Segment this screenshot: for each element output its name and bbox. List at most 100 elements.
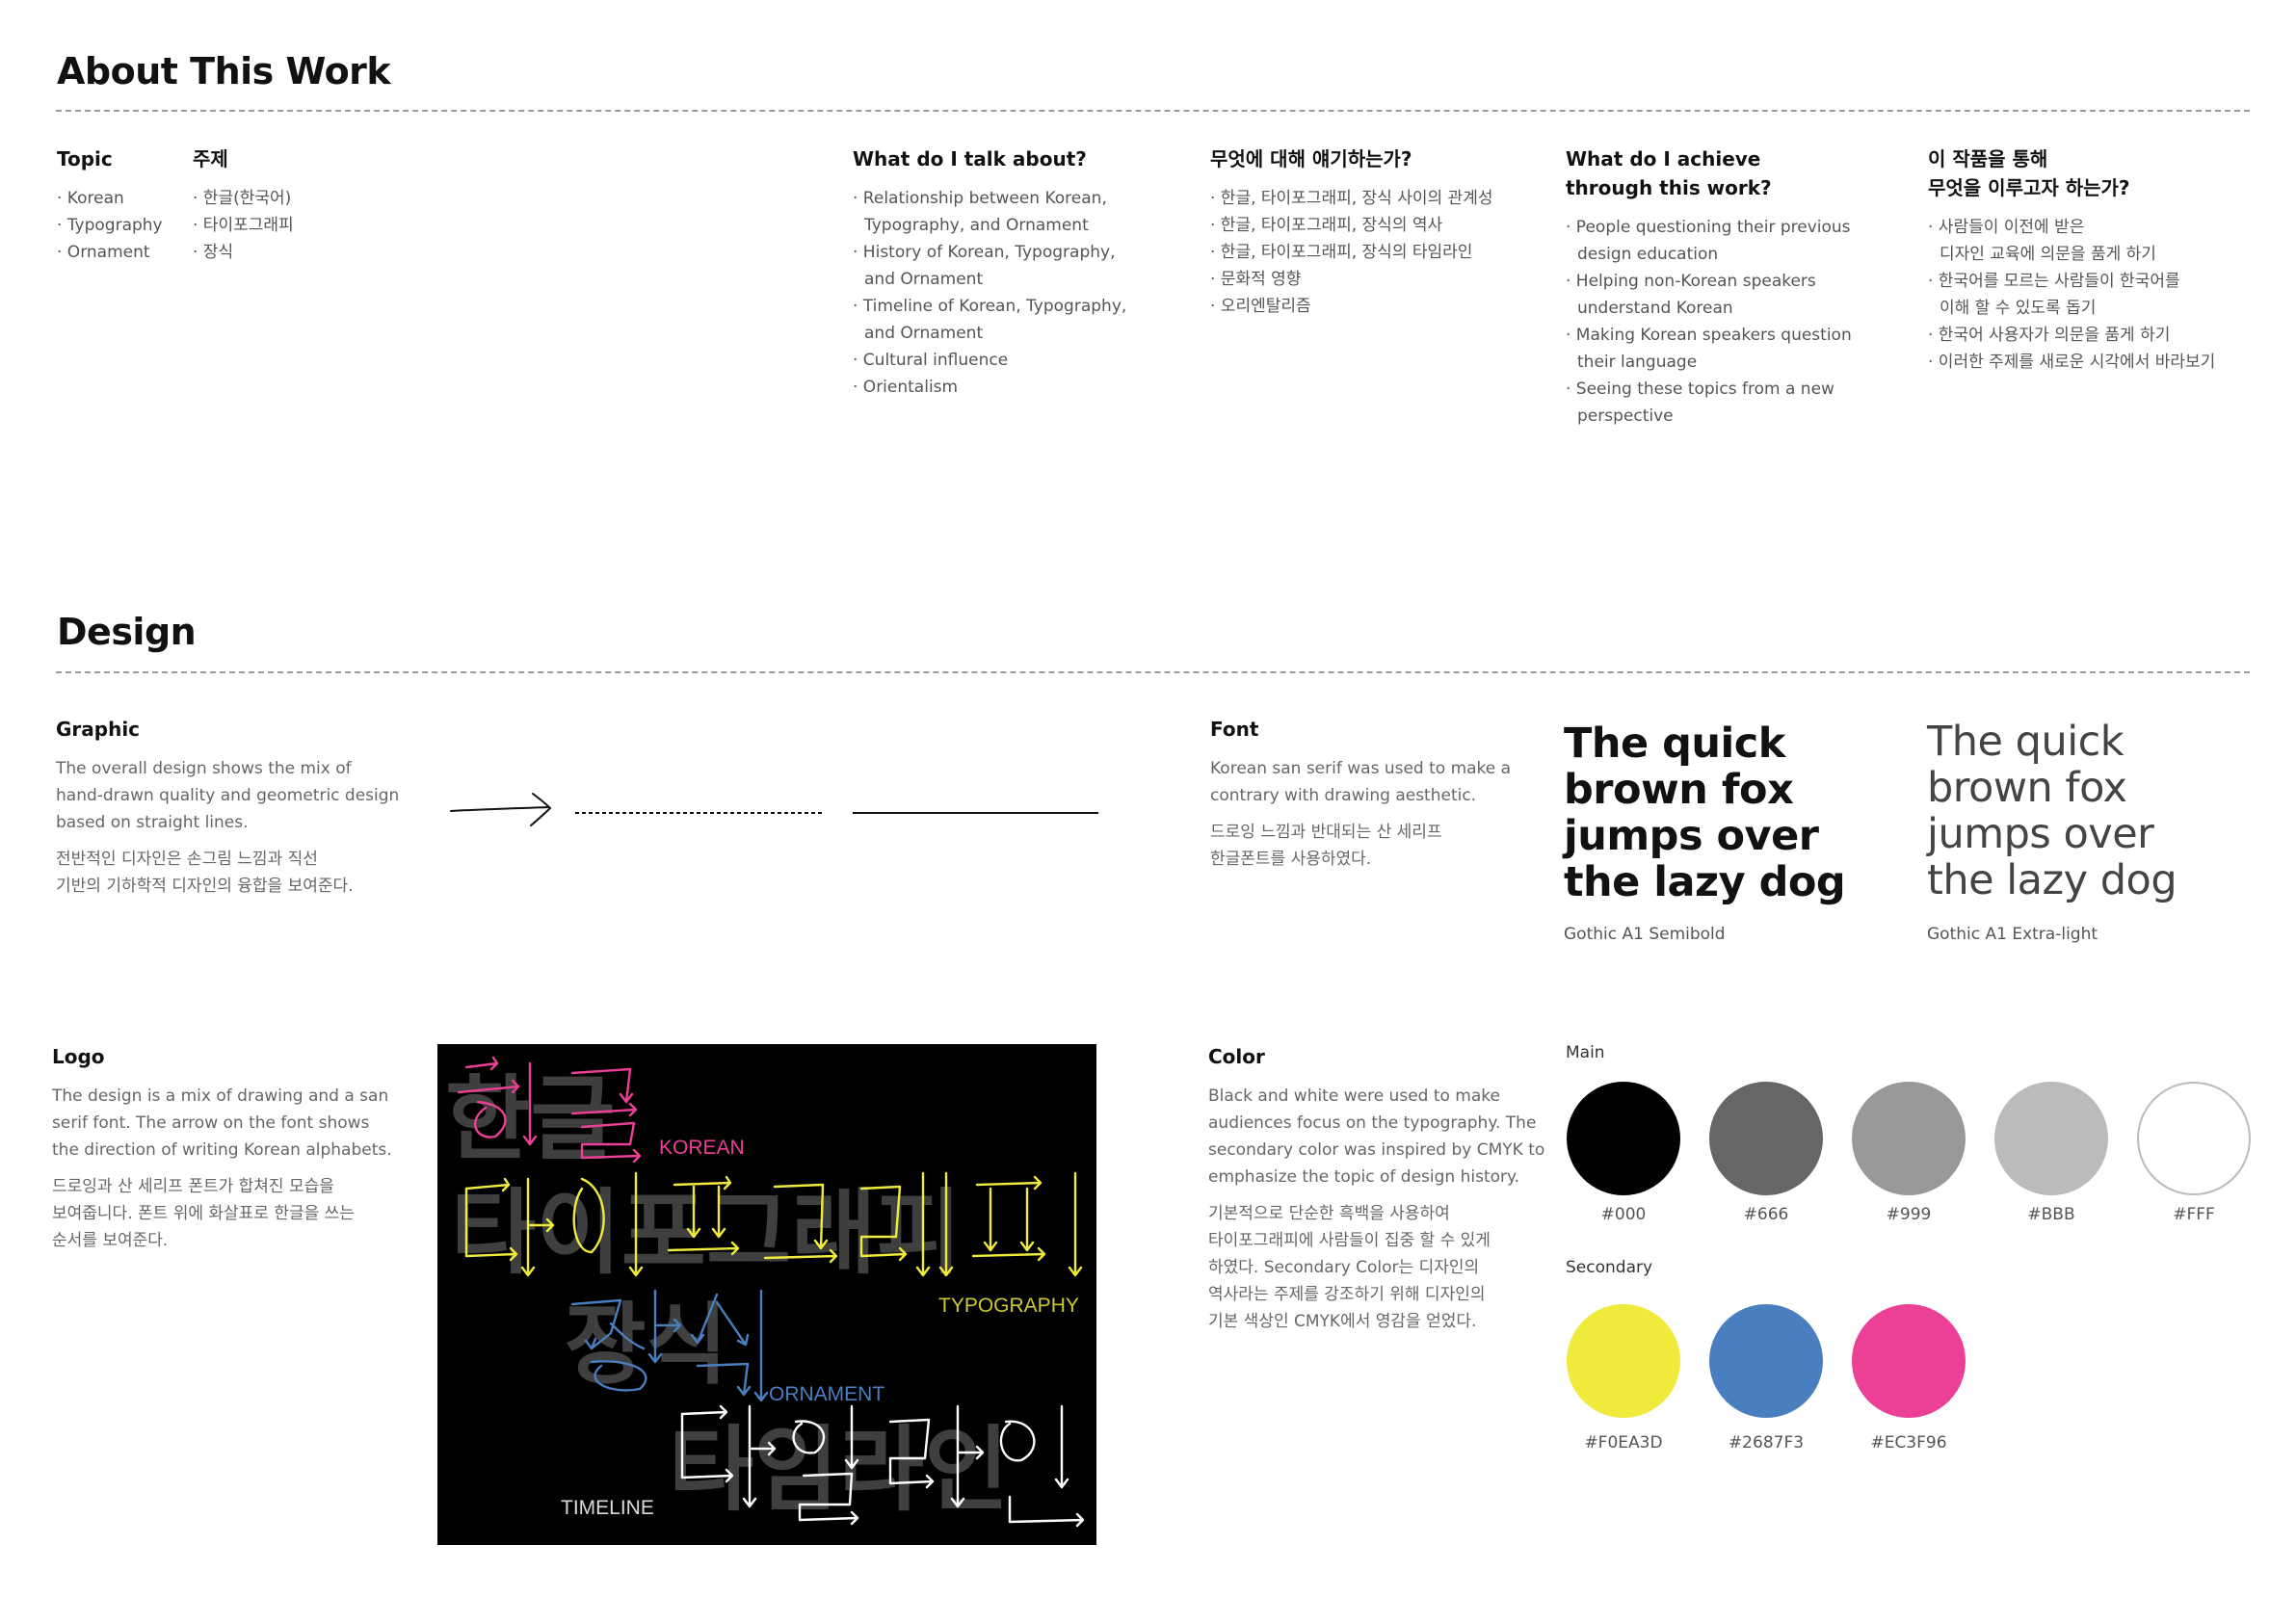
topic-list: · Korean · Typography · Ornament (57, 185, 192, 266)
color-swatch-magenta (1852, 1304, 1966, 1418)
color-swatch-label: #666 (1743, 1205, 1789, 1224)
color-swatch-label: #EC3F96 (1870, 1433, 1947, 1453)
color-en-line: Black and white were used to make (1208, 1086, 1500, 1106)
achieve-heading-line2: through this work? (1566, 176, 1772, 199)
talk-ko-list: · 한글, 타이포그래피, 장식 사이의 관계성 · 한글, 타이포그래피, 장… (1210, 185, 1557, 320)
topic-ko-item: · 타이포그래피 (193, 216, 294, 235)
achieve-ko-list: · 사람들이 이전에 받은 디자인 교육에 의문을 품게 하기 · 한국어를 모… (1928, 214, 2275, 376)
sample-line: The quick (1927, 718, 2124, 766)
yellow-arrow-icon (464, 1171, 1083, 1277)
graphic-ko-line: 기반의 기하학적 디자인의 융합을 보여준다. (56, 877, 354, 896)
font-sample-extralight: The quick brown fox jumps over the lazy … (1927, 719, 2255, 944)
color-en-line: secondary color was inspired by CMYK to (1208, 1140, 1545, 1160)
talk-column: What do I talk about? · Relationship bet… (853, 144, 1180, 401)
color-swatch-white (2137, 1082, 2251, 1195)
talk-item: · History of Korean, Typography, and Orn… (853, 243, 1116, 289)
talk-ko-item: · 문화적 영향 (1210, 270, 1302, 289)
talk-item: · Orientalism (853, 378, 959, 397)
topic-ko-item: · 장식 (193, 243, 234, 262)
talk-item: · Relationship between Korean, Typograph… (853, 189, 1107, 235)
color-ko-line: 타이포그래피에 사람들이 집중 할 수 있게 (1208, 1231, 1491, 1250)
talk-ko-item: · 한글, 타이포그래피, 장식의 타임라인 (1210, 243, 1473, 262)
sample-line: jumps over (1564, 812, 1819, 860)
topic-item: · Korean (57, 189, 124, 208)
sample-line: the lazy dog (1927, 856, 2177, 904)
pink-arrow-icon (457, 1056, 642, 1164)
graphic-text-ko: 전반적인 디자인은 손그림 느낌과 직선 기반의 기하학적 디자인의 융합을 보… (56, 846, 441, 900)
logo-text-ko: 드로잉과 산 세리프 폰트가 합쳐진 모습을 보여줍니다. 폰트 위에 화살표로… (52, 1173, 418, 1254)
talk-list: · Relationship between Korean, Typograph… (853, 185, 1180, 401)
achieve-ko-item: · 한국어 사용자가 의문을 품게 하기 (1928, 326, 2171, 345)
color-swatch-label: #FFF (2173, 1205, 2215, 1224)
color-main-label: Main (1566, 1043, 1605, 1062)
achieve-ko-item: · 이러한 주제를 새로운 시각에서 바라보기 (1928, 353, 2216, 372)
graphic-block: Graphic The overall design shows the mix… (56, 715, 441, 909)
achieve-list: · People questioning their previous desi… (1566, 214, 1913, 430)
design-divider (56, 671, 2250, 673)
talk-item: · Cultural influence (853, 351, 1009, 370)
color-ko-line: 역사라는 주제를 강조하기 위해 디자인의 (1208, 1285, 1486, 1304)
white-arrow-icon (680, 1404, 1085, 1528)
talk-ko-column: 무엇에 대해 얘기하는가? · 한글, 타이포그래피, 장식 사이의 관계성 ·… (1210, 144, 1557, 320)
color-ko-line: 기본적으로 단순한 흑백을 사용하여 (1208, 1204, 1450, 1223)
achieve-ko-column: 이 작품을 통해 무엇을 이루고자 하는가? · 사람들이 이전에 받은 디자인… (1928, 144, 2275, 376)
achieve-ko-item: · 사람들이 이전에 받은 디자인 교육에 의문을 품게 하기 (1928, 218, 2156, 264)
color-ko-line: 기본 색상인 CMYK에서 영감을 얻었다. (1208, 1312, 1477, 1331)
sample-line: brown fox (1564, 766, 1794, 814)
font-text-ko: 드로잉 느낌과 반대되는 산 세리프 한글폰트를 사용하였다. (1210, 819, 1538, 873)
color-swatch-blue (1709, 1304, 1823, 1418)
topic-item: · Ornament (57, 243, 150, 262)
logo-ko-line: 보여줍니다. 폰트 위에 화살표로 한글을 쓰는 (52, 1204, 355, 1223)
logo-en-line: The design is a mix of drawing and a san (52, 1086, 389, 1106)
logo-stroke-arrows (457, 1056, 1085, 1528)
graphic-heading: Graphic (56, 718, 141, 741)
graphic-description: The overall design shows the mix of hand… (56, 755, 441, 900)
logo-ko-line: 순서를 보여준다. (52, 1231, 169, 1250)
color-en-line: audiences focus on the typography. The (1208, 1113, 1537, 1133)
talk-heading: What do I talk about? (853, 147, 1087, 170)
graphic-samples (450, 793, 1098, 826)
color-swatch-label: #BBB (2027, 1205, 2075, 1224)
achieve-column: What do I achieve through this work? · P… (1566, 144, 1913, 430)
achieve-ko-heading-line1: 이 작품을 통해 (1928, 147, 2048, 170)
achieve-heading-line1: What do I achieve (1566, 147, 1761, 170)
topic-heading: Topic (57, 147, 113, 170)
color-swatch-label: #F0EA3D (1584, 1433, 1663, 1453)
font-en-line: Korean san serif was used to make a (1210, 759, 1512, 778)
font-ko-line: 한글폰트를 사용하였다. (1210, 850, 1372, 869)
font-sample-semibold: The quick brown fox jumps over the lazy … (1564, 720, 1891, 944)
topic-ko-list: · 한글(한국어) · 타이포그래피 · 장식 (193, 185, 366, 266)
talk-ko-item: · 한글, 타이포그래피, 장식의 역사 (1210, 216, 1443, 235)
graphic-en-line: The overall design shows the mix of (56, 759, 352, 778)
color-swatch-black (1567, 1082, 1680, 1195)
logo-en-line: serif font. The arrow on the font shows (52, 1113, 370, 1133)
color-swatch-dark-gray (1709, 1082, 1823, 1195)
font-heading: Font (1210, 718, 1259, 741)
talk-ko-item: · 오리엔탈리즘 (1210, 297, 1311, 316)
topic-ko-column: 주제 · 한글(한국어) · 타이포그래피 · 장식 (193, 144, 366, 266)
logo-block: Logo The design is a mix of drawing and … (52, 1042, 418, 1264)
logo-heading: Logo (52, 1045, 105, 1068)
color-secondary-label: Secondary (1566, 1258, 1653, 1277)
color-swatch-light-gray (1994, 1082, 2108, 1195)
graphic-ko-line: 전반적인 디자인은 손그림 느낌과 직선 (56, 850, 318, 869)
sample-line: jumps over (1927, 810, 2154, 858)
color-ko-line: 하였다. Secondary Color는 디자인의 (1208, 1258, 1480, 1277)
logo-en-line: the direction of writing Korean alphabet… (52, 1140, 392, 1160)
color-description: Black and white were used to make audien… (1208, 1083, 1555, 1335)
logo-ko-line: 드로잉과 산 세리프 폰트가 합쳐진 모습을 (52, 1177, 334, 1196)
graphic-en-line: hand-drawn quality and geometric design (56, 786, 400, 805)
talk-item: · Timeline of Korean, Typography, and Or… (853, 297, 1127, 343)
achieve-item: · Seeing these topics from a new perspec… (1566, 380, 1834, 426)
font-caption-extralight: Gothic A1 Extra-light (1927, 925, 2098, 944)
color-en-line: emphasize the topic of design history. (1208, 1167, 1520, 1187)
font-en-line: contrary with drawing aesthetic. (1210, 786, 1477, 805)
about-section-title: About This Work (57, 50, 391, 92)
graphic-text-en: The overall design shows the mix of hand… (56, 755, 441, 836)
font-block: Font Korean san serif was used to make a… (1210, 715, 1538, 882)
color-swatch-gray (1852, 1082, 1966, 1195)
achieve-item: · People questioning their previous desi… (1566, 218, 1851, 264)
achieve-ko-heading-line2: 무엇을 이루고자 하는가? (1928, 176, 2130, 199)
color-swatch-label: #999 (1886, 1205, 1932, 1224)
color-text-ko: 기본적으로 단순한 흑백을 사용하여 타이포그래피에 사람들이 집중 할 수 있… (1208, 1200, 1555, 1335)
